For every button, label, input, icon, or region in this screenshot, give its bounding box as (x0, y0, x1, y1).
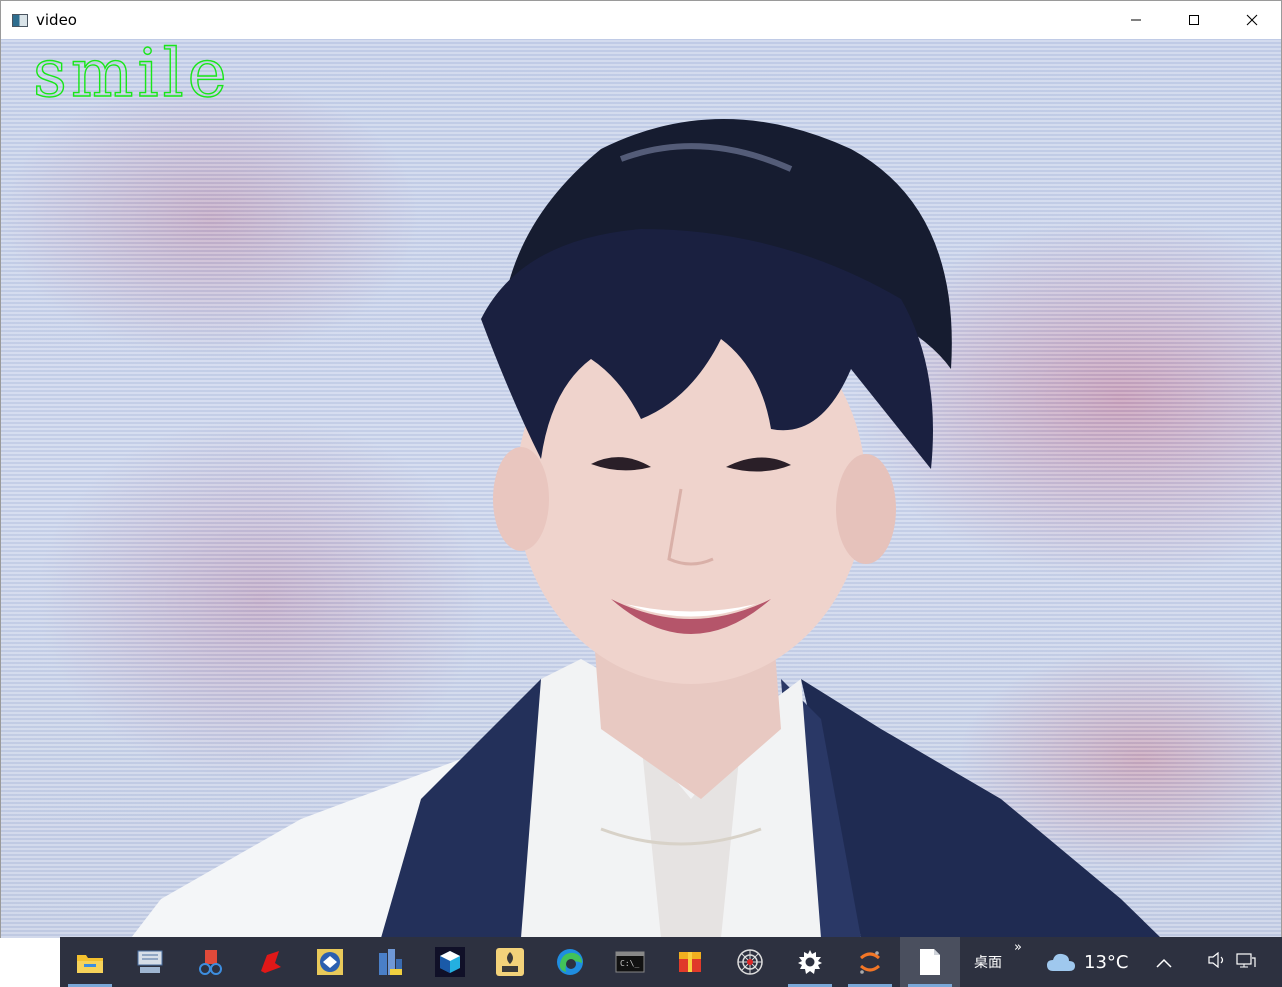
window-controls (1107, 1, 1281, 39)
file-explorer-icon[interactable] (60, 937, 120, 987)
title-bar[interactable]: video (1, 1, 1281, 39)
edge-icon[interactable] (540, 937, 600, 987)
jupyter-icon[interactable] (840, 937, 900, 987)
settings-icon[interactable] (780, 937, 840, 987)
chevron-up-icon (1156, 958, 1173, 968)
video-frame-image (131, 119, 1161, 938)
network-icon[interactable] (1236, 952, 1257, 972)
volume-icon[interactable] (1208, 951, 1228, 972)
minimize-icon (1131, 19, 1141, 21)
close-icon (1246, 14, 1258, 26)
blue-app-icon[interactable] (300, 937, 360, 987)
video-frame: smile (1, 39, 1281, 938)
maximize-button[interactable] (1165, 1, 1223, 39)
video-window: video smile (0, 0, 1282, 938)
red-app-icon[interactable] (240, 937, 300, 987)
minimize-button[interactable] (1107, 1, 1165, 39)
window-title: video (36, 11, 77, 29)
terminal-icon[interactable]: C:\_ (600, 937, 660, 987)
document-icon[interactable] (900, 937, 960, 987)
cube-app-icon[interactable] (420, 937, 480, 987)
cloud-icon (1047, 953, 1075, 971)
svg-text:C:\_: C:\_ (620, 959, 639, 968)
video-caption: smile (32, 39, 231, 112)
desktop-toolbar-label[interactable]: 桌面 » (974, 940, 1022, 972)
keyboard-app-icon[interactable] (120, 937, 180, 987)
weather-widget[interactable]: 13°C (1046, 951, 1128, 973)
spider-web-icon[interactable] (720, 937, 780, 987)
chevron-right-icon[interactable]: » (1014, 940, 1022, 955)
box-app-icon[interactable] (660, 937, 720, 987)
maximize-icon (1189, 15, 1199, 25)
city-app-icon[interactable] (360, 937, 420, 987)
window-app-icon (12, 13, 28, 27)
snipping-tool-icon[interactable] (180, 937, 240, 987)
taskbar: C:\_ 桌面 » 13°C (60, 937, 1282, 987)
show-hidden-icons-button[interactable] (1156, 953, 1173, 972)
close-button[interactable] (1223, 1, 1281, 39)
weather-temperature: 13°C (1084, 951, 1129, 973)
yehuo-app-icon[interactable] (480, 937, 540, 987)
